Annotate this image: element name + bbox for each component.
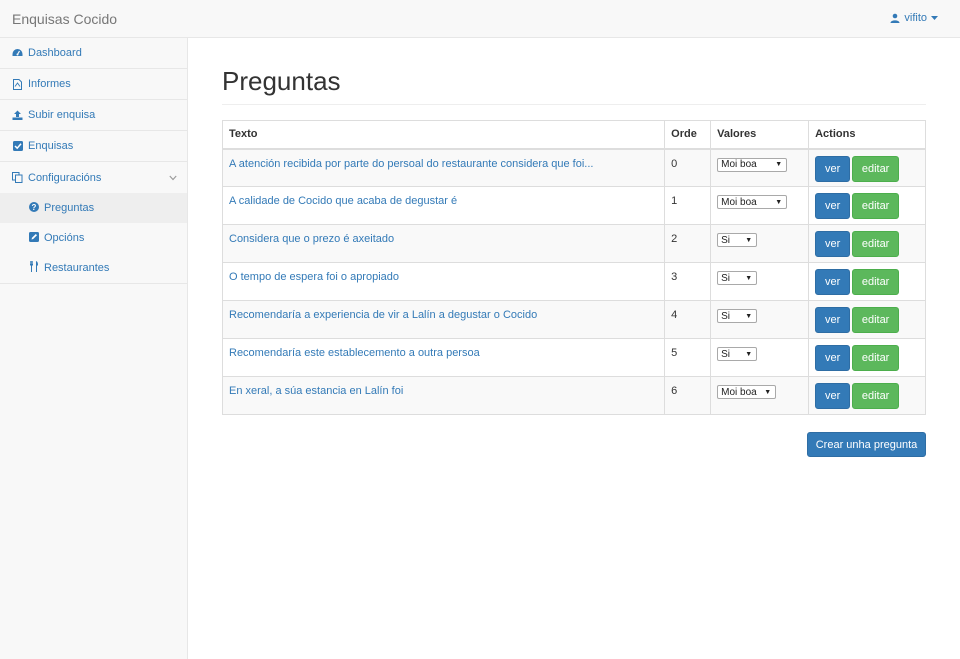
create-question-button[interactable]: Crear unha pregunta — [807, 432, 926, 457]
question-link[interactable]: Recomendaría a experiencia de vir a Lalí… — [229, 309, 537, 321]
ver-button[interactable]: ver — [815, 307, 851, 333]
question-link[interactable]: Recomendaría este establecemento a outra… — [229, 347, 480, 359]
table-row: Recomendaría a experiencia de vir a Lalí… — [221, 300, 926, 339]
table-row: En xeral, a súa estancia en Lalín foi 6 … — [221, 376, 926, 415]
orde-value: 6 — [664, 376, 712, 415]
user-menu[interactable]: vifito — [890, 12, 938, 24]
table-header-row: Texto Orde Valores Actions — [221, 120, 926, 150]
sidebar-subitem-label: Opcións — [44, 232, 85, 244]
table-row: A atención recibida por parte do persoal… — [221, 148, 926, 187]
column-header-valores: Valores — [710, 120, 810, 150]
sidebar-item-restaurantes[interactable]: Restaurantes — [0, 253, 187, 283]
edit-icon — [29, 231, 39, 245]
editar-button[interactable]: editar — [852, 345, 900, 371]
sidebar-item-opcions[interactable]: Opcións — [0, 223, 187, 253]
top-navbar: Enquisas Cocido vifito — [0, 0, 960, 38]
orde-value: 5 — [664, 338, 712, 377]
question-link[interactable]: Considera que o prezo é axeitado — [229, 233, 394, 245]
valores-select[interactable]: Si ▼ — [717, 347, 758, 361]
checkbox-icon — [12, 141, 23, 152]
sidebar-item-informes[interactable]: Informes — [0, 69, 187, 100]
configuracions-submenu: ? Preguntas Opcións Restaurantes — [0, 193, 187, 284]
select-value: Si — [721, 310, 731, 322]
select-arrow-icon: ▼ — [775, 198, 783, 206]
sidebar: Dashboard Informes Subir enquisa Enquisa… — [0, 38, 188, 659]
valores-select[interactable]: Si ▼ — [717, 309, 758, 323]
valores-select[interactable]: Si ▼ — [717, 271, 758, 285]
ver-button[interactable]: ver — [815, 193, 851, 219]
sidebar-item-dashboard[interactable]: Dashboard — [0, 38, 187, 69]
select-arrow-icon: ▼ — [745, 274, 753, 282]
ver-button[interactable]: ver — [815, 269, 851, 295]
sidebar-subitem-label: Preguntas — [44, 202, 95, 214]
sidebar-subitem-label: Restaurantes — [44, 262, 110, 274]
title-divider — [222, 104, 926, 105]
sidebar-item-label: Informes — [28, 78, 71, 90]
brand-title[interactable]: Enquisas Cocido — [12, 11, 117, 27]
ver-button[interactable]: ver — [815, 231, 851, 257]
valores-select[interactable]: Si ▼ — [717, 233, 758, 247]
select-value: Moi boa — [721, 196, 757, 208]
svg-text:?: ? — [32, 203, 37, 212]
sidebar-item-label: Configuracións — [28, 171, 102, 184]
user-icon — [890, 13, 900, 23]
sidebar-item-configuracions[interactable]: Configuracións — [0, 162, 187, 193]
question-link[interactable]: A atención recibida por parte do persoal… — [229, 158, 593, 170]
caret-down-icon — [931, 15, 938, 20]
select-value: Si — [721, 272, 731, 284]
editar-button[interactable]: editar — [852, 307, 900, 333]
question-link[interactable]: O tempo de espera foi o apropiado — [229, 271, 399, 283]
select-value: Si — [721, 348, 731, 360]
orde-value: 4 — [664, 300, 712, 339]
sidebar-item-preguntas[interactable]: ? Preguntas — [0, 193, 187, 223]
question-link[interactable]: A calidade de Cocido que acaba de degust… — [229, 195, 457, 207]
user-name: vifito — [904, 12, 927, 24]
select-value: Moi boa — [721, 386, 757, 398]
select-arrow-icon: ▼ — [764, 388, 772, 396]
sidebar-item-label: Enquisas — [28, 140, 74, 152]
select-value: Si — [721, 234, 731, 246]
editar-button[interactable]: editar — [852, 193, 900, 219]
editar-button[interactable]: editar — [852, 383, 900, 409]
sidebar-item-label: Subir enquisa — [28, 109, 96, 121]
upload-icon — [12, 110, 23, 121]
page-title: Preguntas — [222, 66, 341, 96]
orde-value: 1 — [664, 186, 712, 225]
table-row: O tempo de espera foi o apropiado 3 Si ▼ … — [221, 262, 926, 301]
orde-value: 2 — [664, 224, 712, 263]
orde-value: 0 — [664, 148, 712, 187]
ver-button[interactable]: ver — [815, 155, 851, 182]
column-header-texto: Texto — [221, 120, 666, 150]
select-arrow-icon: ▼ — [745, 350, 753, 358]
dashboard-icon — [12, 48, 23, 59]
editar-button[interactable]: editar — [852, 155, 900, 182]
chevron-down-icon[interactable] — [169, 172, 177, 184]
table-row: Recomendaría este establecemento a outra… — [221, 338, 926, 377]
preguntas-table: Texto Orde Valores Actions A atención re… — [221, 120, 926, 415]
sidebar-item-enquisas[interactable]: Enquisas — [0, 131, 187, 162]
copy-icon — [12, 172, 23, 183]
table-row: Considera que o prezo é axeitado 2 Si ▼ v… — [221, 224, 926, 263]
valores-select[interactable]: Moi boa ▼ — [717, 195, 788, 209]
question-link[interactable]: En xeral, a súa estancia en Lalín foi — [229, 385, 403, 397]
sidebar-item-subir-enquisa[interactable]: Subir enquisa — [0, 100, 187, 131]
select-arrow-icon: ▼ — [775, 161, 783, 168]
sidebar-item-label: Dashboard — [28, 47, 82, 59]
ver-button[interactable]: ver — [815, 383, 851, 409]
column-header-orde: Orde — [664, 120, 712, 150]
orde-value: 3 — [664, 262, 712, 301]
editar-button[interactable]: editar — [852, 231, 900, 257]
valores-select[interactable]: Moi boa ▼ — [717, 385, 777, 399]
cutlery-icon — [29, 261, 39, 275]
ver-button[interactable]: ver — [815, 345, 851, 371]
column-header-actions: Actions — [808, 120, 926, 150]
select-arrow-icon: ▼ — [745, 236, 753, 244]
select-arrow-icon: ▼ — [745, 312, 753, 320]
valores-select[interactable]: Moi boa ▼ — [717, 157, 788, 172]
table-row: A calidade de Cocido que acaba de degust… — [221, 186, 926, 225]
select-value: Moi boa — [721, 159, 757, 170]
question-circle-icon: ? — [29, 201, 39, 215]
file-pdf-icon — [12, 78, 23, 90]
editar-button[interactable]: editar — [852, 269, 900, 295]
